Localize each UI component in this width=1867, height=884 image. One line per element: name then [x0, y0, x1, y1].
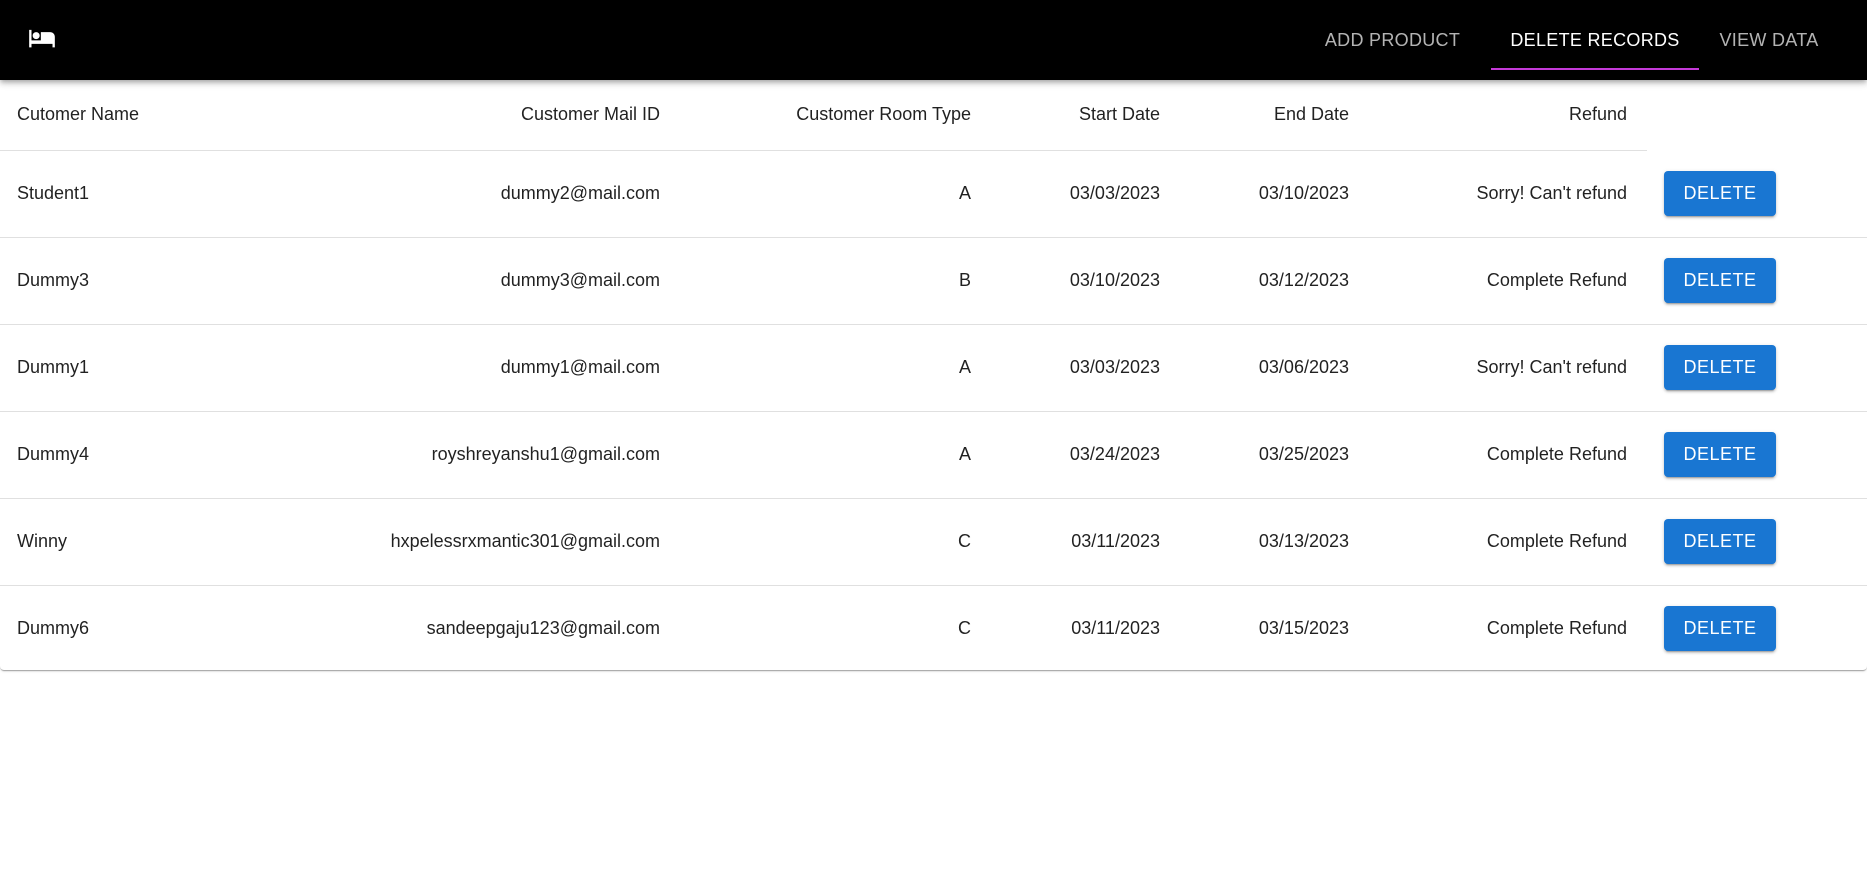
cell-customer-name: Dummy4	[0, 411, 228, 499]
delete-button[interactable]: DELETE	[1664, 258, 1776, 303]
app-bar: ADD PRODUCT DELETE RECORDS VIEW DATA	[0, 0, 1867, 80]
cell-room-type: A	[680, 411, 991, 499]
cell-customer-mail: dummy3@mail.com	[228, 237, 680, 325]
cell-customer-mail: dummy2@mail.com	[228, 150, 680, 238]
table-row: Dummy4 royshreyanshu1@gmail.com A 03/24/…	[0, 411, 1867, 499]
cell-customer-name: Dummy1	[0, 324, 228, 412]
cell-room-type: A	[680, 150, 991, 238]
cell-start-date: 03/03/2023	[991, 324, 1180, 412]
cell-room-type: C	[958, 618, 971, 639]
cell-room-type: A	[680, 324, 991, 412]
header-start-date: Start Date	[991, 80, 1180, 151]
delete-button[interactable]: DELETE	[1664, 606, 1776, 652]
cell-actions: DELETE	[1647, 585, 1867, 672]
cell-actions: DELETE	[1647, 150, 1867, 238]
delete-button[interactable]: DELETE	[1664, 170, 1776, 216]
cell-start-date: 03/10/2023	[991, 237, 1180, 325]
cell-customer-mail: sandeepgaju123@gmail.com	[426, 618, 660, 639]
delete-button[interactable]: DELETE	[1664, 345, 1776, 390]
header-actions	[1647, 80, 1867, 150]
cell-refund: Complete Refund	[1369, 411, 1647, 499]
records-table-container: Cutomer Name Customer Mail ID Customer R…	[0, 80, 1867, 670]
records-table: Cutomer Name Customer Mail ID Customer R…	[0, 80, 1867, 672]
delete-button[interactable]: DELETE	[1664, 519, 1776, 564]
cell-end-date: 03/25/2023	[1180, 411, 1369, 499]
header-customer-name: Cutomer Name	[0, 80, 228, 151]
cell-refund: Complete Refund	[1369, 498, 1647, 586]
cell-customer-name: Student1	[0, 150, 228, 238]
nav-tabs: ADD PRODUCT DELETE RECORDS VIEW DATA	[1294, 0, 1867, 80]
cell-customer-name: Dummy6	[17, 618, 90, 639]
cell-actions: DELETE	[1647, 324, 1867, 412]
cell-customer-mail: dummy1@mail.com	[228, 324, 680, 412]
cell-actions: DELETE	[1647, 411, 1867, 499]
delete-button[interactable]: DELETE	[1664, 432, 1776, 477]
tab-delete-records[interactable]: DELETE RECORDS	[1491, 0, 1699, 80]
cell-end-date: 03/06/2023	[1180, 324, 1369, 412]
cell-start-date: 03/24/2023	[991, 411, 1180, 499]
cell-start-date: 03/03/2023	[991, 150, 1180, 238]
table-row: Dummy1 dummy1@mail.com A 03/03/2023 03/0…	[0, 324, 1867, 412]
cell-refund: Sorry! Can't refund	[1369, 150, 1647, 238]
table-row: Winny hxpelessrxmantic301@gmail.com C 03…	[0, 498, 1867, 586]
cell-end-date: 03/12/2023	[1180, 237, 1369, 325]
tab-view-data[interactable]: VIEW DATA	[1699, 0, 1867, 80]
table-row: Dummy6 sandeepgaju123@gmail.com C 03/11/…	[0, 585, 1867, 672]
cell-customer-mail: hxpelessrxmantic301@gmail.com	[228, 498, 680, 586]
header-room-type: Customer Room Type	[680, 80, 991, 151]
cell-room-type: C	[680, 498, 991, 586]
cell-customer-name: Winny	[0, 498, 228, 586]
header-end-date: End Date	[1180, 80, 1369, 151]
cell-room-type: B	[680, 237, 991, 325]
cell-refund: Sorry! Can't refund	[1369, 324, 1647, 412]
table-row: Dummy3 dummy3@mail.com B 03/10/2023 03/1…	[0, 237, 1867, 325]
tab-add-product[interactable]: ADD PRODUCT	[1294, 0, 1491, 80]
cell-start-date: 03/11/2023	[1071, 618, 1160, 639]
cell-customer-mail: royshreyanshu1@gmail.com	[228, 411, 680, 499]
table-header-row: Cutomer Name Customer Mail ID Customer R…	[0, 80, 1867, 151]
hotel-bed-icon[interactable]	[24, 24, 60, 52]
cell-refund: Complete Refund	[1486, 618, 1627, 639]
header-refund: Refund	[1369, 80, 1647, 151]
header-customer-mail: Customer Mail ID	[228, 80, 680, 151]
cell-end-date: 03/15/2023	[1258, 618, 1349, 639]
cell-refund: Complete Refund	[1369, 237, 1647, 325]
cell-customer-name: Dummy3	[0, 237, 228, 325]
hotel-bed-icon-svg	[29, 29, 55, 48]
cell-start-date: 03/11/2023	[991, 498, 1180, 586]
cell-end-date: 03/10/2023	[1180, 150, 1369, 238]
table-row: Student1 dummy2@mail.com A 03/03/2023 03…	[0, 150, 1867, 238]
cell-actions: DELETE	[1647, 498, 1867, 586]
cell-actions: DELETE	[1647, 237, 1867, 325]
cell-end-date: 03/13/2023	[1180, 498, 1369, 586]
